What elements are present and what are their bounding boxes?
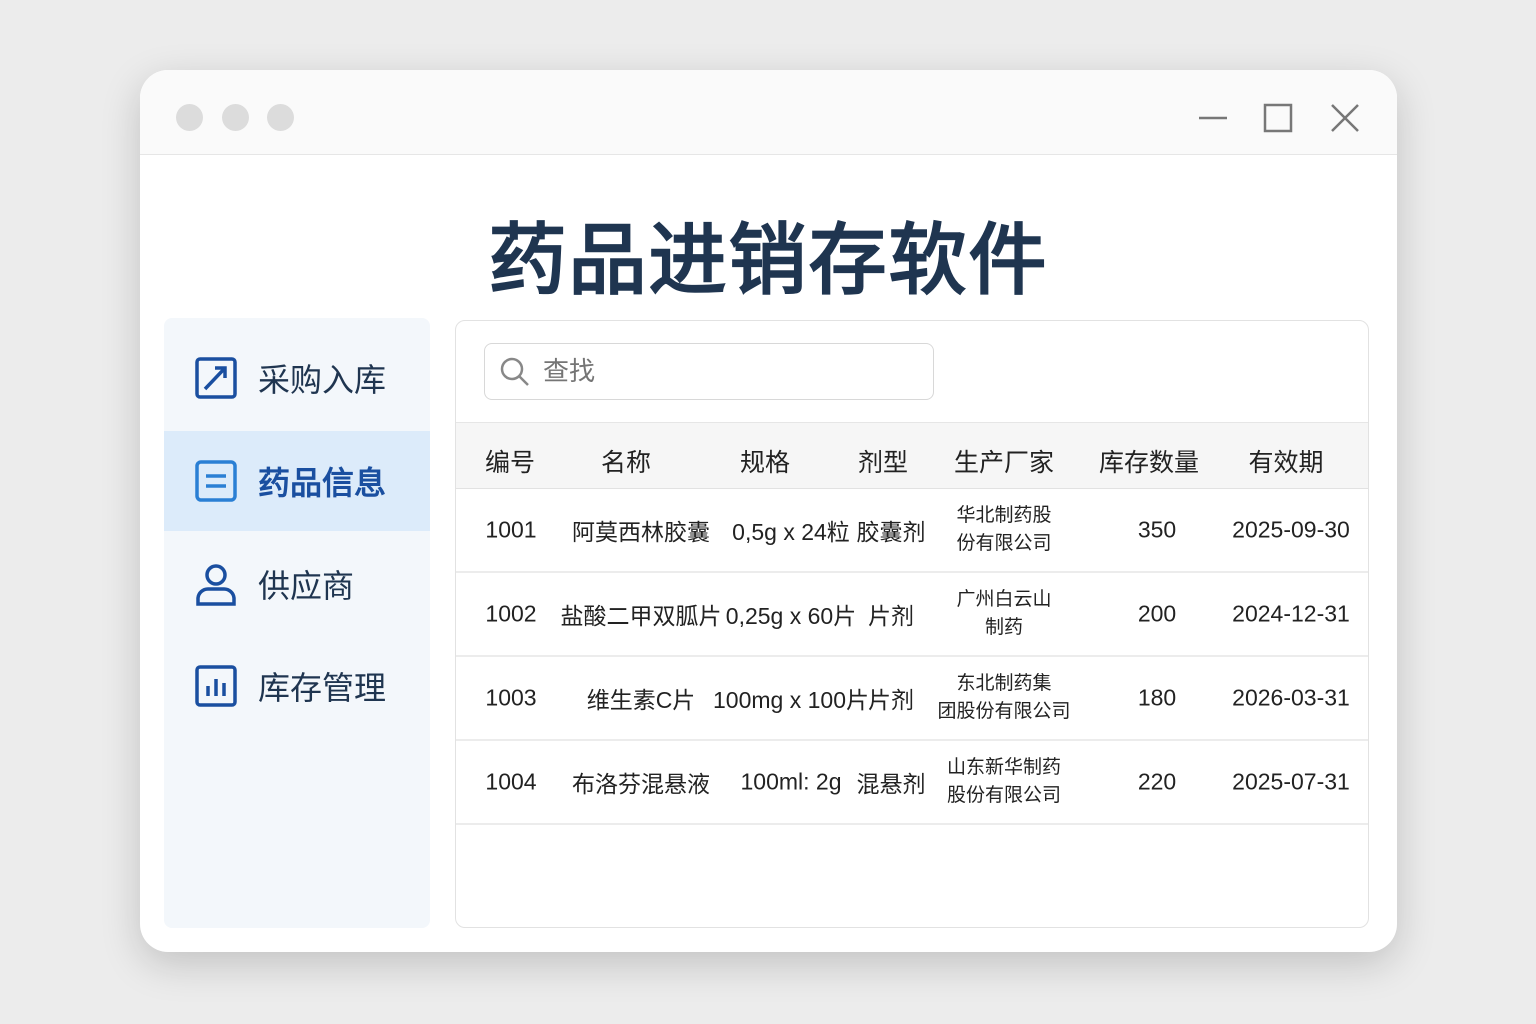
title-bar (140, 70, 1397, 155)
cell-id: 1002 (485, 600, 537, 627)
chart-arrow-icon (195, 357, 237, 399)
app-window: 药品进销存软件 采购入库 药品信息 供应商 库存管理 编号 名称 规格 剂型 生… (140, 70, 1397, 952)
maximize-icon[interactable] (1260, 100, 1296, 136)
sidebar-item-inventory[interactable]: 库存管理 (164, 636, 430, 736)
maker-line-1: 东北制药集 (956, 673, 1052, 694)
cell-maker: 东北制药集团股份有限公司 (937, 670, 1070, 726)
window-dot-minimize[interactable] (222, 104, 249, 131)
cell-maker: 华北制药股份有限公司 (956, 502, 1051, 558)
sidebar-item-label: 供应商 (258, 568, 355, 604)
cell-expiry: 2025-09-30 (1232, 516, 1350, 543)
cell-expiry: 2026-03-31 (1232, 684, 1350, 711)
table-row[interactable]: 1002 盐酸二甲双胍片 0,25g x 60片 片剂 广州白云山 制药 200 … (456, 573, 1368, 657)
maker-line-2: 股份有限公司 (946, 785, 1062, 806)
list-icon (195, 460, 237, 502)
column-header-name[interactable]: 名称 (601, 443, 651, 479)
user-icon (196, 564, 236, 606)
sidebar-item-label: 库存管理 (258, 670, 387, 706)
search-icon (500, 357, 529, 386)
table-row[interactable]: 1004 布洛芬混悬液 100ml: 2g 混悬剂 山东新华制药 股份有限公司 2… (456, 741, 1368, 825)
cell-expiry: 2024-12-31 (1232, 600, 1350, 627)
column-header-expiry[interactable]: 有效期 (1248, 443, 1323, 479)
cell-stock: 180 (1137, 684, 1177, 711)
column-header-form[interactable]: 剂型 (858, 443, 908, 479)
sidebar-item-supplier[interactable]: 供应商 (164, 534, 430, 634)
cell-form: 片剂 (868, 603, 914, 629)
cell-expiry: 2025-07-31 (1232, 768, 1350, 795)
minimize-icon[interactable] (1195, 100, 1231, 136)
sidebar-item-purchase[interactable]: 采购入库 (164, 328, 430, 428)
sidebar: 采购入库 药品信息 供应商 库存管理 (164, 318, 430, 928)
cell-spec: 0,5g x 24粒 (732, 519, 850, 545)
table-header: 编号 名称 规格 剂型 生产厂家 库存数量 有效期 (456, 422, 1368, 489)
cell-spec: 100mg x 100片 (713, 687, 869, 713)
window-dot-zoom[interactable] (267, 104, 294, 131)
page-title: 药品进销存软件 (488, 216, 1049, 304)
sidebar-item-label: 采购入库 (258, 362, 387, 398)
search-box[interactable] (484, 343, 934, 400)
cell-name: 盐酸二甲双胍片 (560, 603, 722, 629)
maker-line-2: 份有限公司 (956, 533, 1052, 554)
cell-id: 1003 (485, 684, 537, 711)
cell-name: 阿莫西林胶囊 (572, 519, 710, 545)
maker-line-2: 团股份有限公司 (937, 701, 1071, 722)
cell-stock: 220 (1137, 768, 1177, 795)
cell-maker: 山东新华制药 股份有限公司 (947, 754, 1061, 810)
cell-spec: 0,25g x 60片 (725, 603, 857, 629)
cell-stock: 200 (1137, 600, 1177, 627)
column-header-id[interactable]: 编号 (485, 443, 535, 479)
window-dot-close[interactable] (176, 104, 203, 131)
table-row[interactable]: 1001 阿莫西林胶囊 0,5g x 24粒 胶囊剂 华北制药股份有限公司 35… (456, 489, 1368, 573)
sidebar-item-label: 药品信息 (258, 465, 387, 501)
cell-spec: 100ml: 2g (740, 768, 842, 795)
close-icon[interactable] (1327, 100, 1363, 136)
bar-chart-icon (195, 665, 237, 707)
cell-maker: 广州白云山 制药 (956, 586, 1051, 642)
column-header-spec[interactable]: 规格 (740, 443, 790, 479)
cell-form: 胶囊剂 (856, 519, 926, 545)
cell-stock: 350 (1137, 516, 1177, 543)
cell-name: 维生素C片 (586, 687, 696, 713)
cell-id: 1004 (485, 768, 537, 795)
cell-form: 片剂 (868, 687, 914, 713)
cell-id: 1001 (485, 516, 537, 543)
table-row[interactable]: 1003 维生素C片 100mg x 100片 片剂 东北制药集 团股份有限公司 … (456, 657, 1368, 741)
cell-form: 混悬剂 (856, 771, 926, 797)
column-header-maker[interactable]: 生产厂家 (954, 443, 1054, 479)
maker-line-1: 山东新华制药 (946, 757, 1062, 778)
maker-line-1: 广州白云山 (956, 589, 1052, 610)
search-input[interactable] (543, 356, 923, 387)
cell-name: 布洛芬混悬液 (572, 771, 710, 797)
maker-line-1: 华北制药股 (956, 505, 1052, 526)
column-header-stock[interactable]: 库存数量 (1099, 443, 1199, 479)
sidebar-item-drug-info[interactable]: 药品信息 (164, 431, 430, 531)
maker-line-2: 制药 (984, 617, 1024, 638)
drug-table-panel: 编号 名称 规格 剂型 生产厂家 库存数量 有效期 1001 阿莫西林胶囊 0,… (455, 320, 1369, 928)
